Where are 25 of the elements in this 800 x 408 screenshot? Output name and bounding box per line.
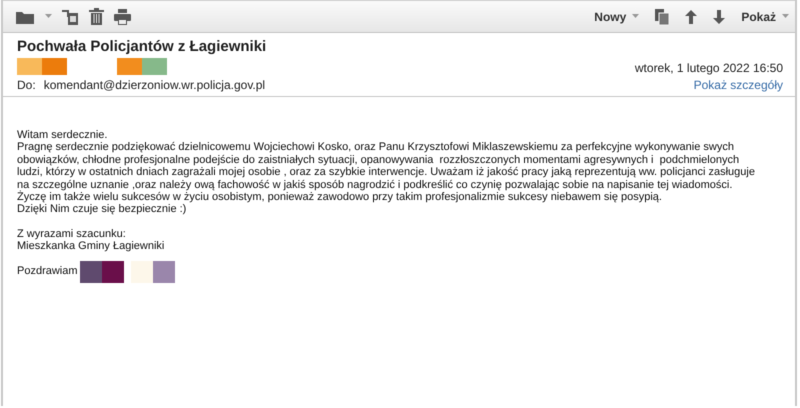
menu-button[interactable]: Nowy: [594, 10, 640, 24]
closing-text-line: Mieszkanka Gminy Łagiewniki: [17, 240, 166, 253]
email-date: wtorek, 1 lutego 2022 16:50: [634, 61, 783, 75]
recipient-address: komendant@dzierzoniow.wr.policja.gov.pl: [44, 78, 266, 92]
printer-icon[interactable]: [114, 8, 131, 24]
greeting-text: Pozdrawiam: [17, 265, 78, 278]
body-text-line: Życzę im także wielu sukcesów w życiu osobistym, ponieważ zawodowo przy takim profesjonalizmie sukcesy niebawem się posypią.: [17, 191, 663, 204]
email-subject: Pochwała Policjantów z Łagiewniki: [17, 37, 268, 56]
body-text-line: obowiązków, chłodne profesjonalne podejście do zaistniałych sytuacji, opanowywania rozzłoszczonych momentami agresywnych i podchmielonych: [17, 154, 740, 166]
body-text-line: Pragnę serdecznie podziękować dzielnicowemu Wojciechowi Kosko, oraz Panu Krzysztofowi Miklaszewskiemu za perfekcyjne wykonywanie swych: [17, 141, 735, 154]
closing-text-line: Z wyrazami szacunku:: [17, 228, 127, 240]
caret-icon: [632, 14, 640, 19]
body-text-line: ludzi, którzy w ostatnich dniach zagrażali mojej osobie , oraz za szybkie interwencje. Uważam iż jakość pracy jaką reprezentują ww. policjanci zasługuje: [17, 166, 756, 179]
body-text-line: Witam serdecznie.: [17, 129, 108, 142]
to-label: Do:: [17, 78, 36, 92]
caret-icon: [782, 14, 789, 19]
down-arrow-icon[interactable]: [713, 10, 726, 24]
trash-icon[interactable]: [89, 8, 104, 25]
body-text-line: na szczególne uznanie ,oraz należy ową fachowość w jakiś sposób nagrodzić i podkreślić co czynię pozwalając sobie na napisanie tej wiadomości.: [17, 178, 734, 191]
folder-arrow-icon[interactable]: [62, 8, 79, 24]
show-details-link[interactable]: Pokaż szczegóły: [694, 78, 783, 92]
menu-button[interactable]: Pokaż: [741, 10, 789, 24]
copy-icon[interactable]: [655, 8, 670, 24]
up-arrow-icon[interactable]: [685, 10, 698, 24]
body-text-line: Dzięki Nim czuje się bezpiecznie :): [17, 203, 188, 216]
